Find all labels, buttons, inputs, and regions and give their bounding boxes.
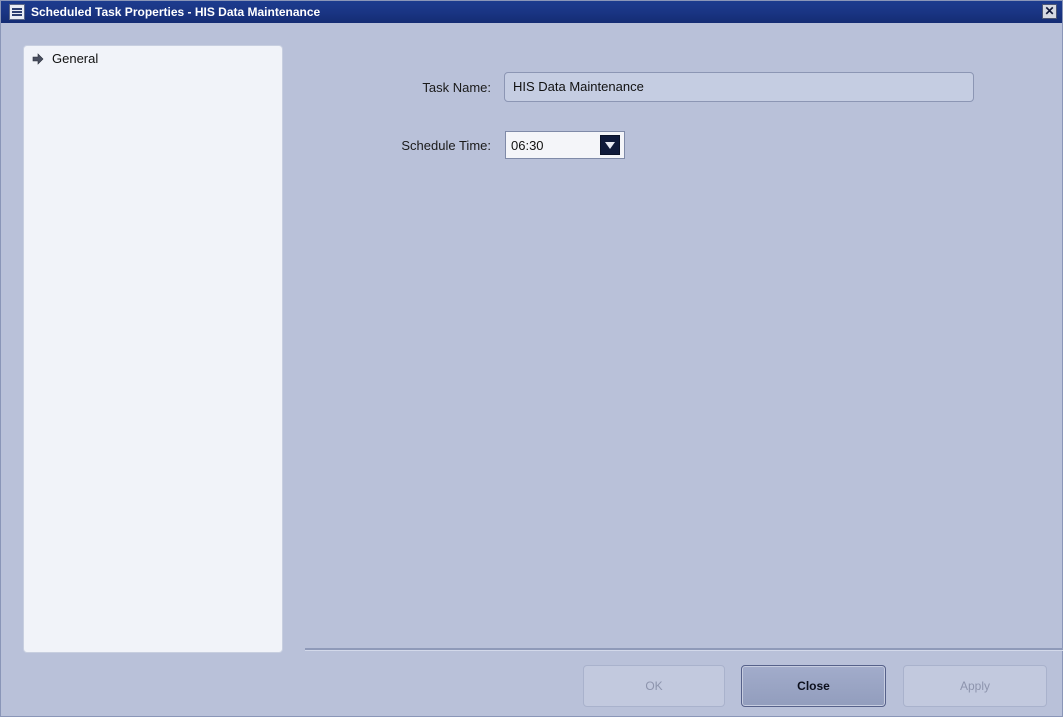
app-icon [9, 4, 25, 20]
window-title: Scheduled Task Properties - HIS Data Mai… [31, 5, 321, 19]
close-button-label: Close [797, 679, 830, 693]
ok-button[interactable]: OK [583, 665, 725, 707]
title-bar[interactable]: Scheduled Task Properties - HIS Data Mai… [1, 1, 1062, 23]
sidebar-item-label: General [52, 51, 99, 66]
close-window-button[interactable]: ✕ [1042, 4, 1057, 19]
task-name-label: Task Name: [422, 80, 491, 95]
close-icon: ✕ [1044, 4, 1055, 18]
footer-divider [305, 648, 1063, 651]
schedule-time-dropdown[interactable]: 06:30 [505, 131, 625, 159]
ok-button-label: OK [645, 679, 663, 693]
apply-button[interactable]: Apply [903, 665, 1047, 707]
sidebar-nav: General [23, 45, 283, 653]
chevron-down-icon[interactable] [600, 135, 620, 155]
arrow-right-icon [32, 52, 44, 65]
sidebar-item-general[interactable]: General [32, 51, 98, 66]
close-button[interactable]: Close [741, 665, 886, 707]
apply-button-label: Apply [959, 679, 991, 693]
dialog-window: Scheduled Task Properties - HIS Data Mai… [0, 0, 1063, 717]
schedule-time-value: 06:30 [511, 137, 544, 153]
schedule-time-label: Schedule Time: [401, 138, 491, 153]
task-name-field[interactable]: HIS Data Maintenance [504, 72, 974, 102]
